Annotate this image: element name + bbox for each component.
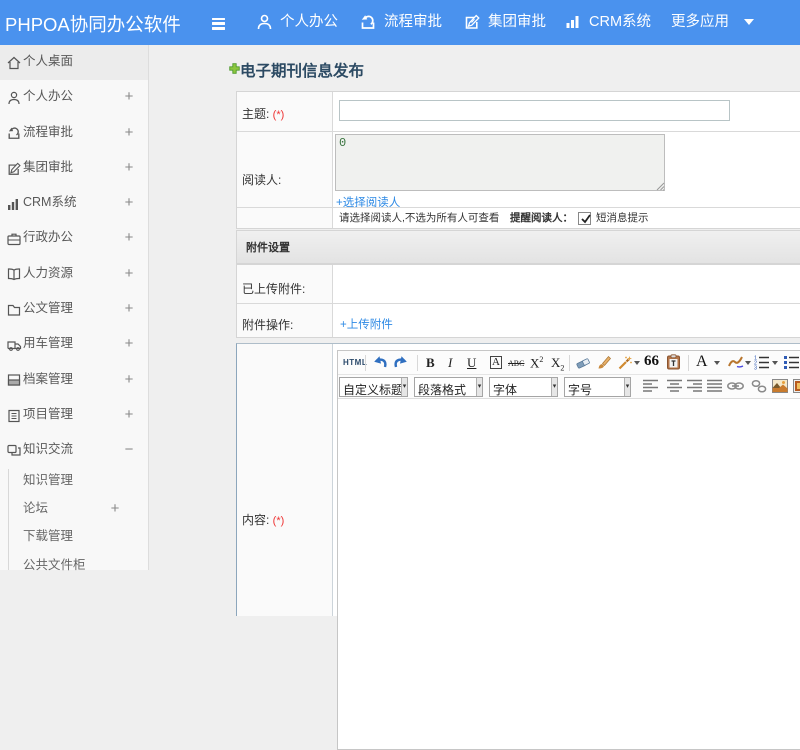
svg-text:3: 3 [754,365,757,370]
